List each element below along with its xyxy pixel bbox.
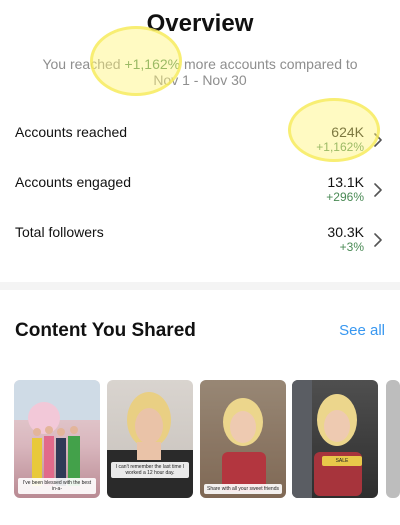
content-thumbnail[interactable]: I can't remember the last time I worked … <box>107 380 193 498</box>
content-thumbnail[interactable] <box>386 380 400 498</box>
stat-row-accounts-reached[interactable]: Accounts reached 624K +1,162% <box>0 124 400 168</box>
section-title: Content You Shared <box>15 320 196 341</box>
stat-value: 13.1K <box>327 174 364 190</box>
stat-change: +296% <box>326 190 364 204</box>
stat-label: Accounts reached <box>15 124 128 140</box>
stat-label: Total followers <box>15 224 104 240</box>
subtitle-suffix: more accounts compared to Nov 1 - Nov 30 <box>153 56 358 88</box>
thumbnail-image <box>107 392 193 498</box>
chevron-right-icon <box>374 183 382 197</box>
subtitle-prefix: You reached <box>42 56 125 72</box>
content-thumbnail-row: I've been blessed with the best in-a- I … <box>0 380 400 498</box>
see-all-link[interactable]: See all <box>339 322 385 339</box>
content-thumbnail[interactable]: I've been blessed with the best in-a- <box>14 380 100 498</box>
chevron-right-icon <box>374 233 382 247</box>
section-divider <box>0 282 400 290</box>
stat-value: 30.3K <box>327 224 364 240</box>
page-title: Overview <box>146 10 254 37</box>
thumbnail-image <box>200 380 286 498</box>
content-thumbnail[interactable]: SALE <box>292 380 378 498</box>
stat-change: +3% <box>339 240 364 254</box>
stat-row-accounts-engaged[interactable]: Accounts engaged 13.1K +296% <box>0 174 400 218</box>
thumbnail-caption: I've been blessed with the best in-a- <box>18 478 96 494</box>
thumbnail-image <box>292 380 362 498</box>
stat-value: 624K <box>331 124 364 140</box>
stat-row-total-followers[interactable]: Total followers 30.3K +3% <box>0 224 400 268</box>
thumbnail-caption: I can't remember the last time I worked … <box>111 462 189 478</box>
overview-subtitle: You reached +1,162% more accounts compar… <box>30 56 370 88</box>
thumbnail-caption: Share with all your sweet friends <box>204 484 282 494</box>
stat-label: Accounts engaged <box>15 174 131 190</box>
chevron-right-icon <box>374 133 382 147</box>
stat-change: +1,162% <box>316 140 364 154</box>
content-thumbnail[interactable]: Share with all your sweet friends <box>200 380 286 498</box>
thumbnail-caption: SALE <box>322 456 362 466</box>
subtitle-percent: +1,162% <box>124 56 181 72</box>
